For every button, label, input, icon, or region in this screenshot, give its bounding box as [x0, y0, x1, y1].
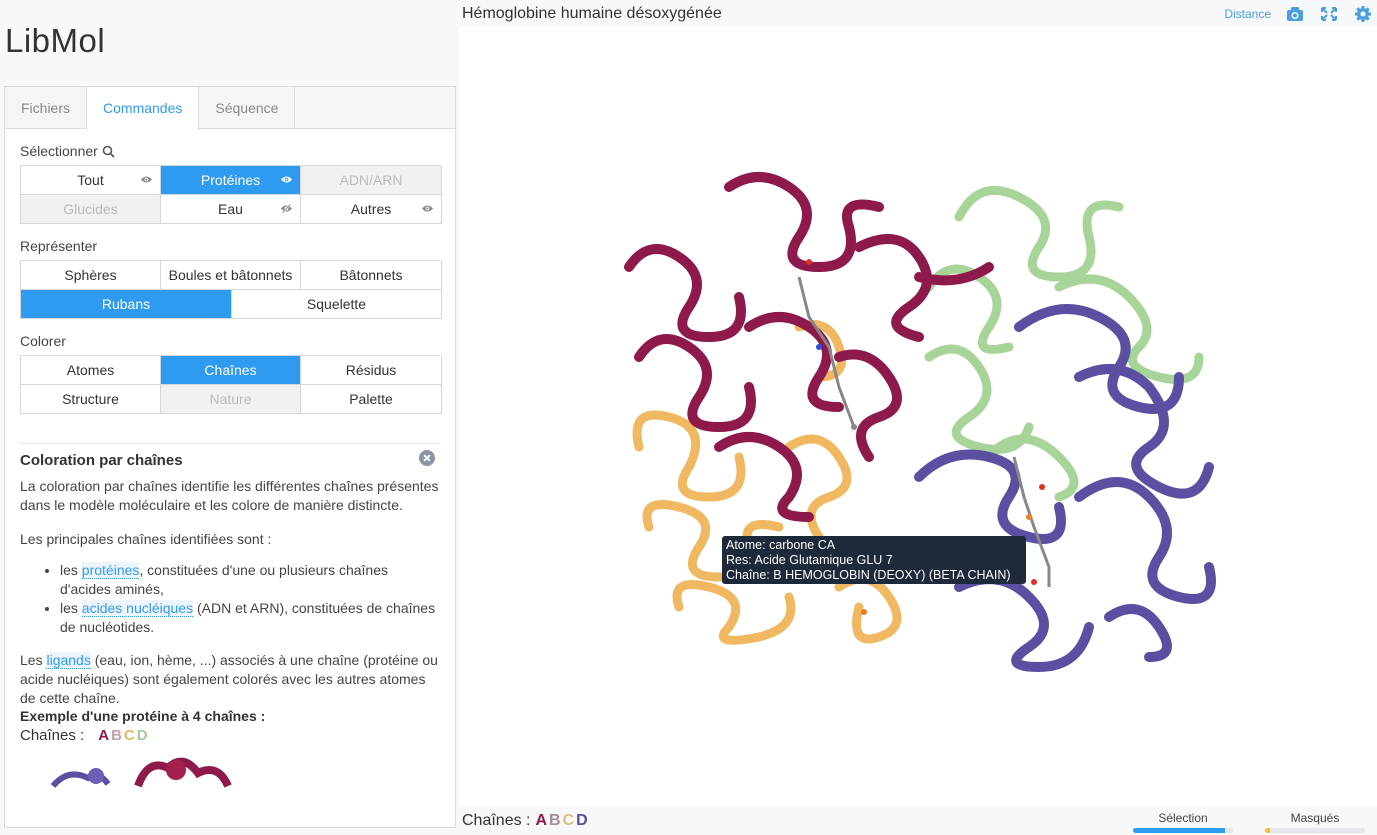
help-list: les protéines, constituées d'une ou plus…	[60, 561, 440, 637]
molecule-canvas[interactable]	[459, 27, 1377, 807]
search-icon	[102, 145, 115, 158]
list-item: les acides nucléiques (ADN et ARN), cons…	[60, 599, 440, 637]
chain-letter-a: A	[98, 727, 112, 744]
color-grid: Atomes Chaînes Résidus Structure Nature …	[20, 355, 442, 414]
bottom-chains: Chaînes : ABCD	[462, 812, 590, 830]
chain-letter-b: B	[111, 727, 124, 744]
close-icon[interactable]	[419, 450, 435, 466]
tooltip-chain: Chaîne: B HEMOGLOBIN (DEOXY) (BETA CHAIN…	[726, 568, 1011, 582]
atom-tooltip: Atome: carbone CA Res: Acide Glutamique …	[722, 536, 1026, 584]
color-structure-button[interactable]: Structure	[21, 385, 161, 414]
li-text: les	[60, 562, 82, 578]
rep-spheres-button[interactable]: Sphères	[21, 261, 161, 290]
chain-letter-a[interactable]: A	[535, 812, 549, 829]
rep-backbone-button[interactable]: Squelette	[232, 290, 442, 319]
represent-label: Représenter	[20, 238, 98, 254]
select-section-label: Sélectionner	[20, 143, 440, 159]
chain-letter-b[interactable]: B	[549, 812, 563, 829]
distance-button[interactable]: Distance	[1224, 7, 1271, 21]
bottom-chain-letters: ABCD	[535, 812, 589, 830]
represent-section-label: Représenter	[20, 238, 440, 254]
help-paragraph-2: Les principales chaînes identifiées sont…	[20, 531, 272, 547]
select-grid: Tout Protéines ADN/ARN Glucides Eau Autr…	[20, 165, 442, 224]
app-window: LibMol Fichiers Commandes Séquence Sélec…	[0, 0, 1377, 835]
chain-letters: ABCD	[98, 727, 149, 744]
fullscreen-icon[interactable]	[1319, 5, 1339, 23]
color-atoms-button[interactable]: Atomes	[21, 356, 161, 385]
chain-b-ribbon	[914, 304, 1216, 673]
tooltip-atom: Atome: carbone CA	[726, 538, 836, 552]
color-residues-button[interactable]: Résidus	[301, 356, 442, 385]
eye-icon[interactable]	[421, 204, 434, 213]
select-glucides-button: Glucides	[21, 195, 161, 224]
chain-letter-d[interactable]: D	[576, 812, 590, 829]
tab-commandes[interactable]: Commandes	[87, 87, 200, 130]
help-title: Coloration par chaînes	[20, 452, 183, 469]
app-title: LibMol	[5, 22, 106, 59]
select-all-button[interactable]: Tout	[21, 166, 161, 195]
select-others-label: Autres	[350, 201, 392, 217]
tooltip-residue: Res: Acide Glutamique GLU 7	[726, 553, 893, 567]
color-chains-button[interactable]: Chaînes	[161, 356, 301, 385]
viewer-title: Hémoglobine humaine désoxygénée	[462, 5, 722, 22]
represent-grid-row1: Sphères Boules et bâtonnets Bâtonnets	[20, 260, 442, 290]
selection-label: Sélection	[1158, 811, 1208, 825]
example-protein-thumbnail	[50, 757, 232, 789]
gear-icon[interactable]	[1353, 5, 1373, 23]
viewer-toolbar: Distance	[1224, 0, 1377, 27]
left-panel: LibMol Fichiers Commandes Séquence Sélec…	[0, 0, 458, 835]
tab-sequence[interactable]: Séquence	[199, 87, 296, 128]
select-proteins-label: Protéines	[200, 172, 261, 188]
select-all-label: Tout	[77, 172, 104, 188]
help-paragraph-1: La coloration par chaînes identifie les …	[20, 478, 439, 513]
example-chains-label: Chaînes :	[20, 727, 85, 744]
masked-fill	[1265, 828, 1270, 833]
color-label: Colorer	[20, 333, 66, 349]
example-chains: Chaînes : ABCD	[20, 727, 440, 744]
p3-text: Les	[20, 652, 47, 668]
selection-meter: Sélection	[1133, 811, 1233, 833]
masked-meter: Masqués	[1265, 811, 1365, 833]
select-label: Sélectionner	[20, 143, 98, 159]
tab-fichiers[interactable]: Fichiers	[5, 87, 88, 128]
color-section-label: Colorer	[20, 333, 440, 349]
chain-letter-c: C	[123, 727, 137, 744]
nucleic-acids-link[interactable]: acides nucléiques	[81, 600, 194, 617]
chain-c-ribbon	[632, 320, 902, 645]
eye-slash-icon[interactable]	[280, 204, 293, 213]
rep-sticks-button[interactable]: Bâtonnets	[301, 261, 442, 290]
select-dna-rna-button: ADN/ARN	[301, 166, 442, 195]
help-box: Coloration par chaînes La coloration par…	[20, 443, 440, 793]
commands-panel: Fichiers Commandes Séquence Sélectionner…	[4, 86, 456, 828]
camera-icon[interactable]	[1285, 5, 1305, 23]
proteins-link[interactable]: protéines	[81, 562, 140, 579]
rep-ball-stick-button[interactable]: Boules et bâtonnets	[161, 261, 301, 290]
selection-bar	[1133, 828, 1233, 833]
chain-letter-c[interactable]: C	[563, 812, 577, 829]
status-bar: Chaînes : ABCD Sélection Masqués	[459, 807, 1377, 835]
select-water-label: Eau	[218, 201, 243, 217]
hemoglobin-ribbon-render	[624, 172, 1216, 673]
masked-label: Masqués	[1290, 811, 1340, 825]
help-paragraph-3: Les ligands (eau, ion, hème, ...) associ…	[20, 651, 440, 708]
ligands-link[interactable]: ligands	[46, 652, 91, 669]
rep-ribbons-button[interactable]: Rubans	[21, 290, 232, 319]
selection-fill	[1133, 828, 1225, 833]
color-palette-button[interactable]: Palette	[301, 385, 442, 414]
select-proteins-button[interactable]: Protéines	[161, 166, 301, 195]
eye-icon[interactable]	[280, 175, 293, 184]
masked-bar	[1265, 828, 1365, 833]
tab-bar: Fichiers Commandes Séquence	[5, 87, 455, 130]
select-others-button[interactable]: Autres	[301, 195, 442, 224]
eye-icon[interactable]	[140, 175, 153, 184]
color-nature-button: Nature	[161, 385, 301, 414]
select-water-button[interactable]: Eau	[161, 195, 301, 224]
list-item: les protéines, constituées d'une ou plus…	[60, 561, 440, 599]
represent-grid-row2: Rubans Squelette	[20, 290, 442, 319]
bottom-chains-label: Chaînes :	[462, 812, 531, 829]
example-title: Exemple d'une protéine à 4 chaînes :	[20, 708, 266, 724]
li-text: les	[60, 600, 82, 616]
chain-letter-d: D	[136, 727, 150, 744]
